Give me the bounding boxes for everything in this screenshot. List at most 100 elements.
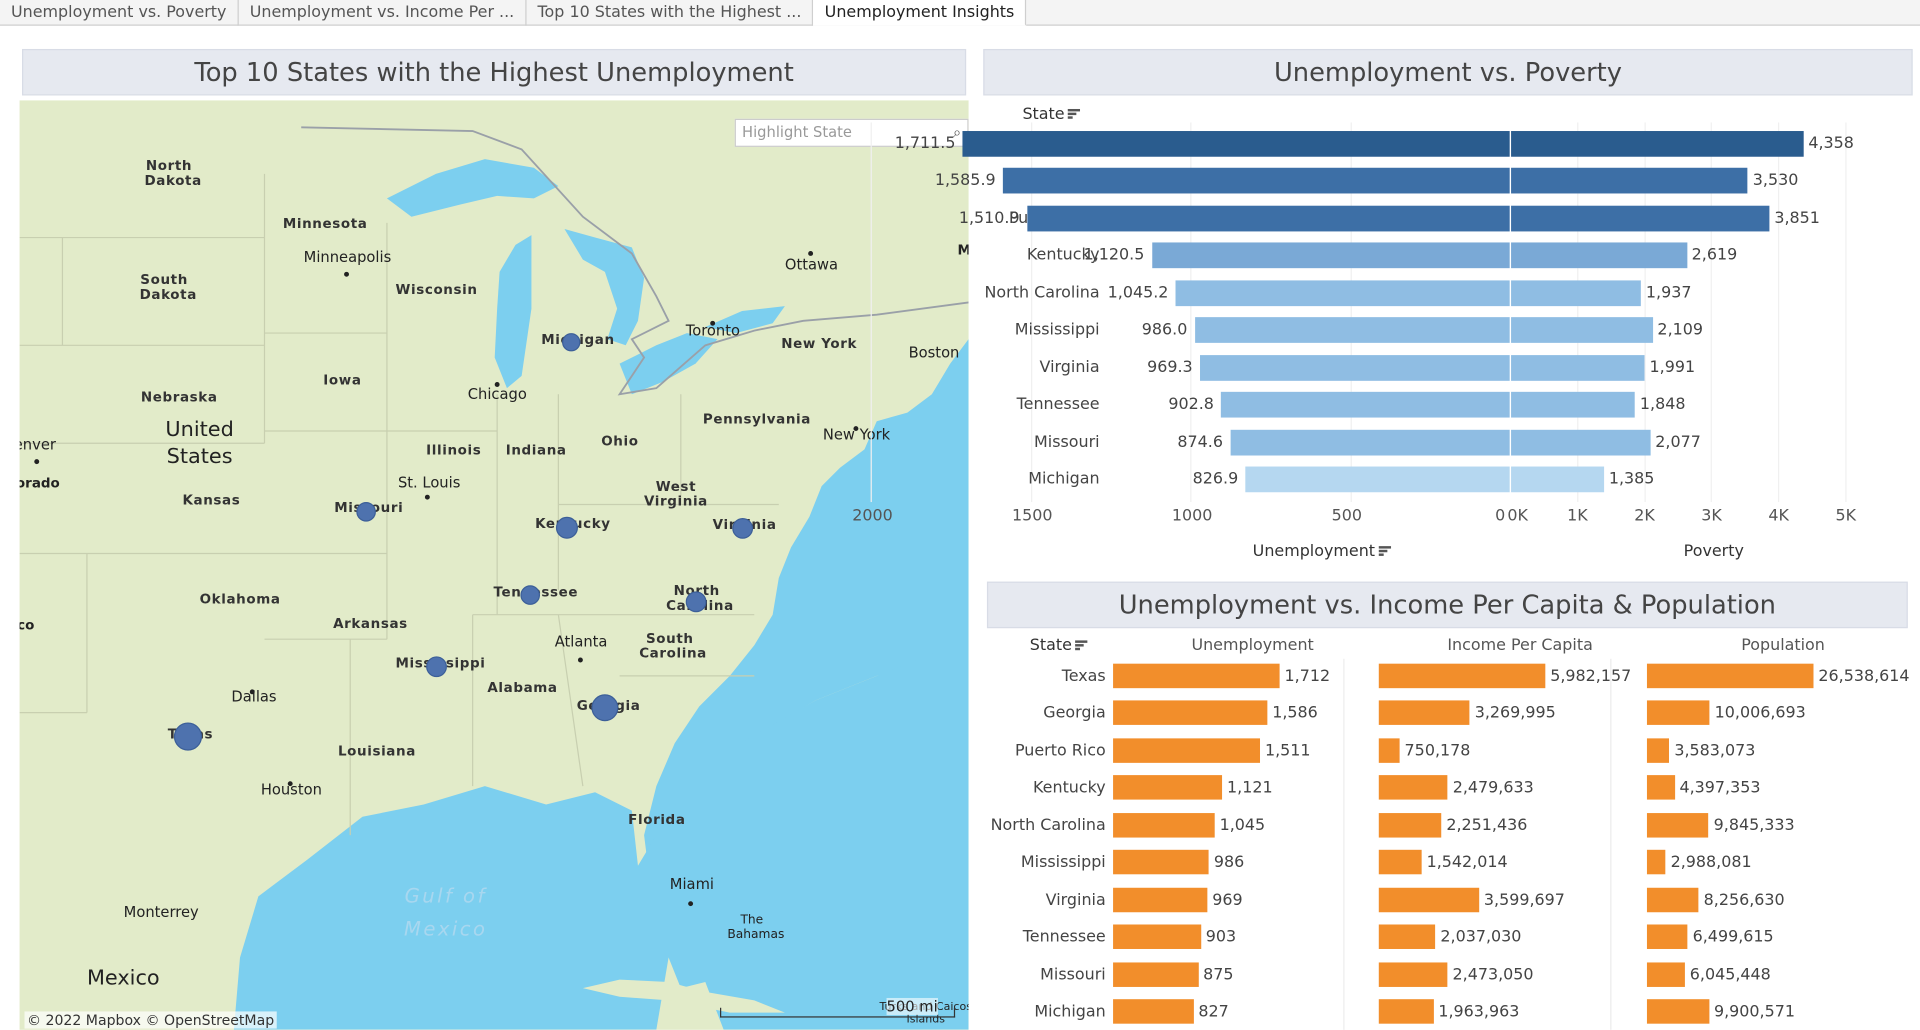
- income-income-bar-puerto-rico[interactable]: [1378, 738, 1400, 763]
- income-state-label-georgia: Georgia: [1043, 704, 1106, 723]
- income-unemployment-bar-michigan[interactable]: [1113, 999, 1194, 1024]
- poverty-unemployment-bar-missouri[interactable]: [1230, 429, 1510, 456]
- income-income-bar-missouri[interactable]: [1378, 961, 1448, 987]
- income-income-bar-mississippi[interactable]: [1378, 850, 1422, 875]
- tab-unemployment-insights[interactable]: Unemployment Insights: [813, 0, 1027, 26]
- poverty-poverty-bar-tennessee[interactable]: [1511, 392, 1636, 418]
- income-unemployment-bar-kentucky[interactable]: [1113, 775, 1223, 801]
- map-marker-tennessee[interactable]: [520, 585, 541, 605]
- map-label-alabama: Alabama: [487, 679, 558, 696]
- map-label-united-states: United States: [165, 417, 234, 469]
- poverty-right-tick: 5K: [1835, 506, 1857, 526]
- poverty-axis-label-unemployment[interactable]: Unemployment: [1253, 542, 1391, 561]
- poverty-unemployment-value-north-carolina: 1,045.2: [1107, 283, 1169, 303]
- poverty-gridline: [870, 122, 872, 503]
- income-unemployment-bar-georgia[interactable]: [1113, 700, 1268, 726]
- income-income-bar-michigan[interactable]: [1378, 999, 1434, 1024]
- map-marker-michigan[interactable]: [562, 333, 581, 352]
- income-unemployment-bar-north-carolina[interactable]: [1113, 812, 1215, 838]
- highlight-state-placeholder: Highlight State: [742, 123, 852, 141]
- income-panel-title: Unemployment vs. Income Per Capita & Pop…: [986, 581, 1908, 629]
- income-population-bar-tennessee[interactable]: [1646, 924, 1688, 950]
- tab-unemployment-vs-poverty[interactable]: Unemployment vs. Poverty: [0, 0, 239, 26]
- map-marker-georgia[interactable]: [591, 694, 619, 722]
- poverty-unemployment-bar-georgia[interactable]: [1002, 168, 1510, 195]
- income-unemployment-bar-tennessee[interactable]: [1113, 924, 1201, 950]
- poverty-poverty-bar-missouri[interactable]: [1511, 429, 1651, 456]
- map-label-west-virginia: West Virginia: [643, 478, 708, 510]
- poverty-poverty-value-texas: 4,358: [1808, 134, 1854, 154]
- map-label-nebraska: Nebraska: [140, 389, 218, 406]
- poverty-unemployment-bar-virginia[interactable]: [1200, 354, 1510, 381]
- poverty-unemployment-bar-puerto-rico[interactable]: [1026, 205, 1510, 232]
- sort-icon[interactable]: [1075, 639, 1088, 652]
- poverty-unemployment-bar-michigan[interactable]: [1245, 466, 1510, 493]
- map-label-denver: Denver: [20, 435, 56, 454]
- income-population-bar-kentucky[interactable]: [1646, 775, 1675, 801]
- income-unemployment-bar-missouri[interactable]: [1113, 961, 1199, 987]
- income-population-bar-virginia[interactable]: [1646, 887, 1699, 912]
- map-marker-texas[interactable]: [173, 722, 203, 751]
- map-view[interactable]: Highlight State ⌕ North Dakota South Dak…: [19, 100, 969, 1030]
- poverty-poverty-bar-virginia[interactable]: [1511, 354, 1645, 381]
- income-unemployment-bar-virginia[interactable]: [1113, 887, 1208, 912]
- map-label-maine-fragment: M: [958, 242, 969, 258]
- income-unemployment-bar-texas[interactable]: [1113, 663, 1280, 689]
- city-dot-atlanta: [577, 657, 583, 663]
- poverty-unemployment-bar-kentucky[interactable]: [1151, 242, 1510, 269]
- income-income-bar-north-carolina[interactable]: [1378, 812, 1442, 838]
- poverty-unemployment-bar-mississippi[interactable]: [1194, 317, 1510, 344]
- income-income-bar-georgia[interactable]: [1378, 700, 1470, 726]
- income-population-bar-puerto-rico[interactable]: [1646, 738, 1670, 763]
- income-population-bar-texas[interactable]: [1646, 663, 1814, 689]
- poverty-poverty-bar-kentucky[interactable]: [1511, 242, 1687, 269]
- income-state-header[interactable]: State: [1030, 637, 1088, 655]
- income-unemployment-value-georgia: 1,586: [1272, 704, 1318, 723]
- map-label-mexico: Mexico: [86, 966, 160, 991]
- map-marker-north-carolina[interactable]: [685, 591, 707, 613]
- poverty-unemployment-bar-north-carolina[interactable]: [1175, 280, 1510, 306]
- poverty-poverty-value-virginia: 1,991: [1649, 358, 1696, 377]
- income-unemployment-value-michigan: 827: [1198, 1002, 1229, 1022]
- poverty-poverty-bar-georgia[interactable]: [1511, 168, 1748, 195]
- map-label-oklahoma: Oklahoma: [199, 591, 281, 608]
- income-population-bar-georgia[interactable]: [1646, 700, 1710, 726]
- income-population-bar-missouri[interactable]: [1646, 961, 1685, 987]
- map-marker-kentucky[interactable]: [555, 516, 578, 539]
- poverty-poverty-bar-north-carolina[interactable]: [1511, 280, 1642, 306]
- tab-top-10-states[interactable]: Top 10 States with the Highest ...: [526, 0, 814, 26]
- poverty-unemployment-bar-tennessee[interactable]: [1221, 392, 1510, 418]
- map-attribution[interactable]: © 2022 Mapbox © OpenStreetMap: [24, 1011, 277, 1029]
- income-population-value-virginia: 8,256,630: [1703, 891, 1785, 910]
- sort-icon[interactable]: [1378, 545, 1391, 558]
- tab-unemployment-vs-income[interactable]: Unemployment vs. Income Per ...: [239, 0, 527, 26]
- income-unemployment-bar-puerto-rico[interactable]: [1113, 738, 1261, 763]
- income-population-bar-michigan[interactable]: [1646, 999, 1710, 1024]
- poverty-left-tick: 1000: [1171, 506, 1213, 526]
- income-population-bar-north-carolina[interactable]: [1646, 812, 1709, 838]
- poverty-poverty-bar-texas[interactable]: [1511, 131, 1804, 157]
- poverty-poverty-bar-michigan[interactable]: [1511, 466, 1604, 493]
- poverty-poverty-bar-mississippi[interactable]: [1511, 317, 1653, 344]
- poverty-unemployment-bar-texas[interactable]: [962, 131, 1510, 157]
- income-income-bar-tennessee[interactable]: [1378, 924, 1436, 950]
- income-population-value-north-carolina: 9,845,333: [1713, 816, 1795, 835]
- map-marker-virginia[interactable]: [732, 517, 754, 539]
- income-population-bar-mississippi[interactable]: [1646, 850, 1666, 875]
- poverty-gridline: [1845, 122, 1847, 503]
- map-marker-mississippi[interactable]: [426, 656, 447, 678]
- income-income-bar-kentucky[interactable]: [1378, 775, 1448, 801]
- income-unemployment-value-kentucky: 1,121: [1227, 779, 1273, 798]
- sort-icon[interactable]: [1068, 108, 1081, 120]
- income-income-bar-texas[interactable]: [1378, 663, 1546, 689]
- poverty-state-header[interactable]: State: [1022, 105, 1081, 124]
- income-income-value-north-carolina: 2,251,436: [1446, 816, 1528, 835]
- map-label-kansas: Kansas: [182, 492, 241, 509]
- map-marker-missouri[interactable]: [356, 502, 376, 522]
- map-label-monterrey: Monterrey: [123, 903, 199, 921]
- income-unemployment-bar-mississippi[interactable]: [1113, 850, 1209, 875]
- poverty-poverty-value-michigan: 1,385: [1608, 470, 1655, 489]
- income-income-value-tennessee: 2,037,030: [1440, 928, 1522, 947]
- poverty-poverty-bar-puerto-rico[interactable]: [1511, 205, 1770, 232]
- income-income-bar-virginia[interactable]: [1378, 887, 1479, 912]
